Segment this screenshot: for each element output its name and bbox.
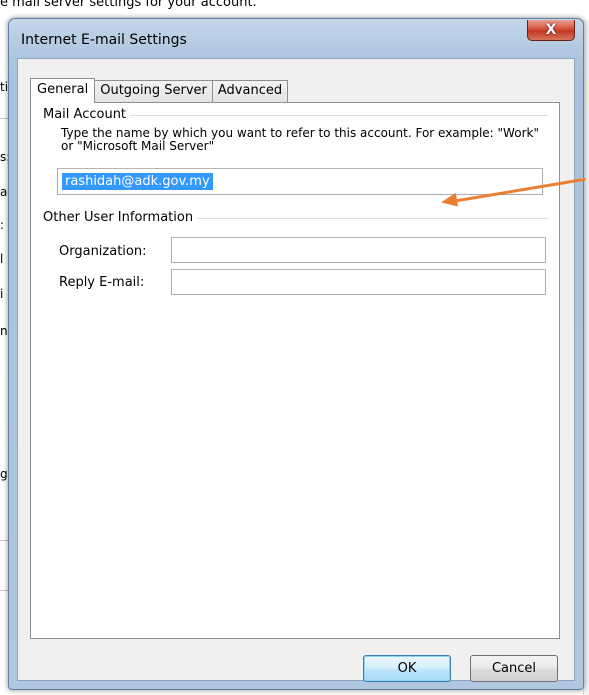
tab-strip: General Outgoing Server Advanced: [30, 78, 289, 103]
close-icon: X: [545, 22, 557, 38]
internet-email-settings-dialog: Internet E-mail Settings X General Outgo…: [8, 18, 584, 690]
background-text-fragment: :: [0, 218, 5, 232]
background-text-fragment: l: [0, 252, 4, 266]
background-text-fragment: ti: [0, 80, 9, 94]
background-text-fragment: n: [0, 324, 8, 338]
tab-outgoing-server[interactable]: Outgoing Server: [94, 80, 213, 102]
mail-account-description: Type the name by which you want to refer…: [61, 126, 539, 153]
account-name-value: rashidah@adk.gov.my: [62, 173, 213, 190]
cancel-button[interactable]: Cancel: [470, 655, 558, 682]
dialog-client-area: General Outgoing Server Advanced Mail Ac…: [17, 58, 575, 682]
background-text-fragment: a: [0, 185, 8, 199]
annotation-arrow-head-icon: [439, 192, 459, 210]
dialog-title: Internet E-mail Settings: [21, 32, 187, 48]
background-top-text: e mail server settings for your account.: [0, 0, 257, 10]
ok-button[interactable]: OK: [363, 655, 451, 682]
background-text-fragment: g: [0, 467, 8, 481]
account-name-input[interactable]: rashidah@adk.gov.my: [57, 168, 543, 195]
organization-label: Organization:: [59, 244, 147, 259]
other-user-info-group-title: Other User Information: [43, 210, 198, 225]
organization-input[interactable]: [171, 237, 546, 263]
tab-advanced[interactable]: Advanced: [211, 80, 289, 102]
reply-email-label: Reply E-mail:: [59, 275, 145, 290]
tab-general[interactable]: General: [30, 78, 96, 103]
close-button[interactable]: X: [527, 20, 575, 41]
background-text-fragment: i: [0, 287, 4, 301]
reply-email-input[interactable]: [171, 269, 546, 295]
general-tab-panel: Mail Account Type the name by which you …: [30, 102, 560, 639]
mail-account-group-title: Mail Account: [43, 107, 131, 122]
